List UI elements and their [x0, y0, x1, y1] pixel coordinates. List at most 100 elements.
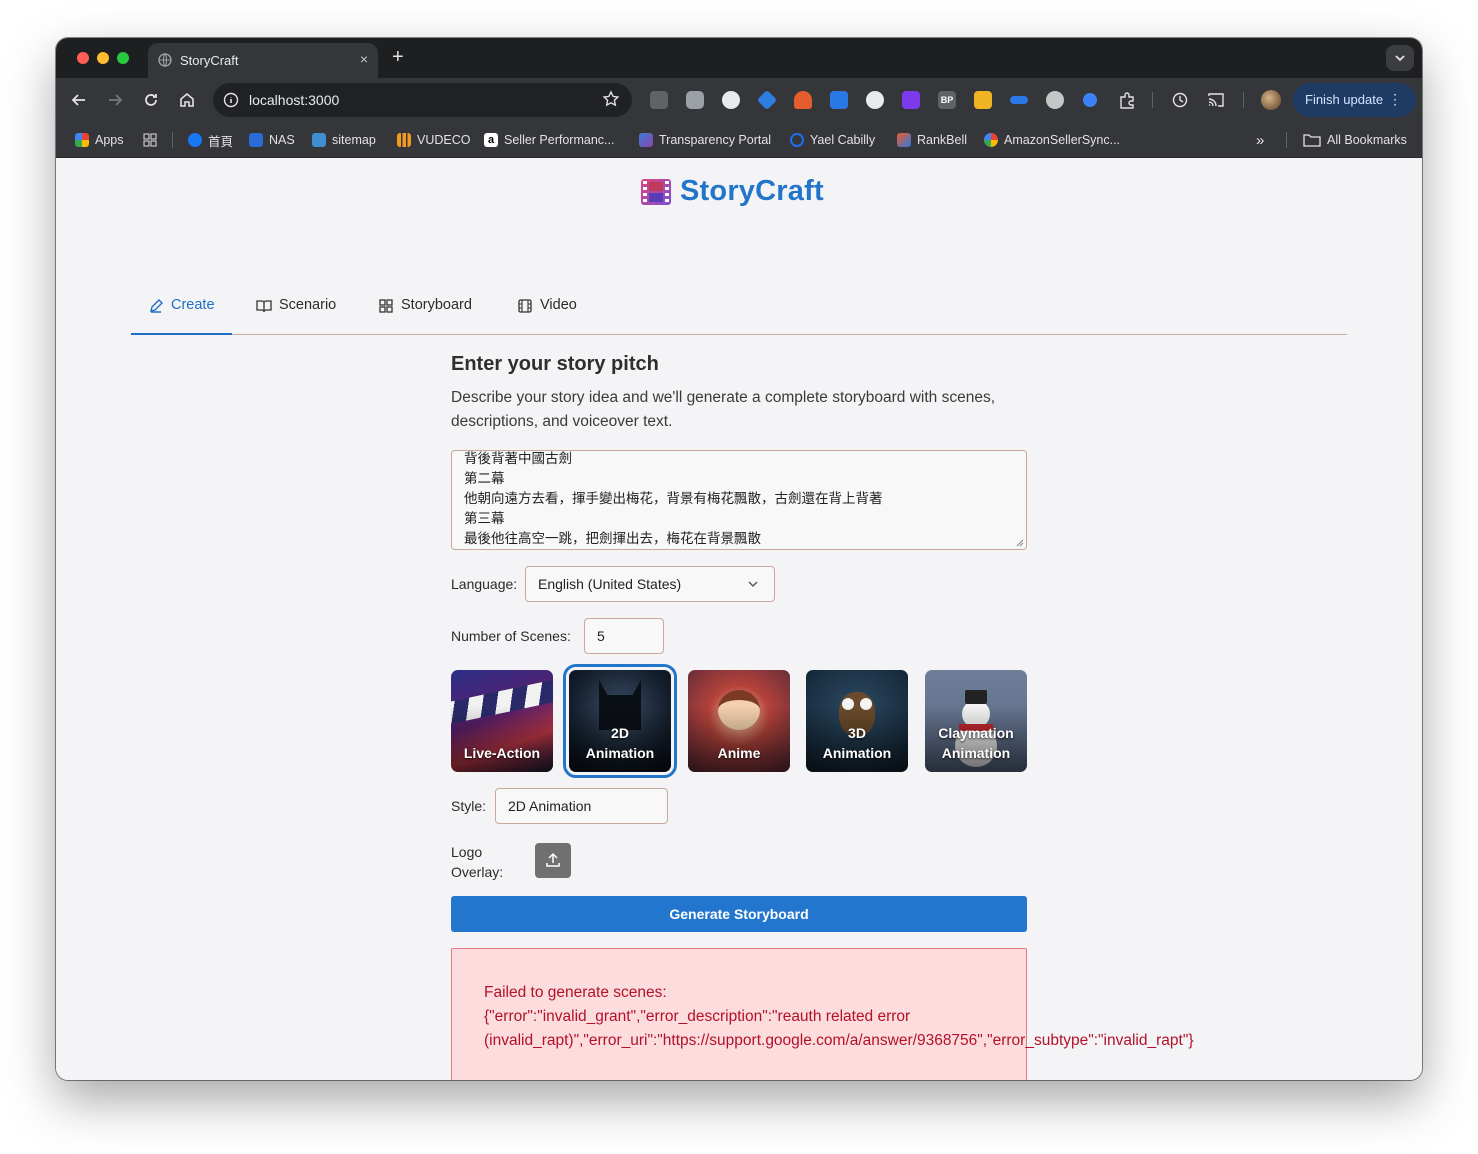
bookmark-divider	[1286, 132, 1287, 148]
main-tabs: Create Scenario Storyboard Video	[131, 241, 1347, 335]
bookmark-amazonsellersync[interactable]: AmazonSellerSync...	[984, 132, 1120, 148]
pitch-text-line: 第二幕	[464, 471, 505, 487]
style-card-caption: Claymation Animation	[925, 723, 1027, 763]
address-bar[interactable]: localhost:3000	[213, 83, 632, 117]
amazon-icon: a	[484, 133, 498, 147]
bookmark-label: 首頁	[208, 134, 234, 149]
style-card-2d-animation[interactable]: 2D Animation	[563, 664, 677, 778]
style-caption-line: 2D	[611, 725, 629, 741]
link-extension-icon[interactable]	[1046, 91, 1064, 109]
bookmark-nas[interactable]: NAS	[249, 132, 295, 148]
url-text[interactable]: localhost:3000	[249, 92, 339, 108]
bookmark-star-icon[interactable]	[602, 90, 620, 108]
bookmark-grid[interactable]	[143, 132, 157, 148]
cast-icon[interactable]	[1207, 91, 1225, 109]
window-minimize-button[interactable]	[97, 52, 109, 64]
bookmark-seller-performance[interactable]: a Seller Performanc...	[484, 132, 614, 148]
transparency-icon	[639, 133, 653, 147]
history-icon[interactable]	[1171, 91, 1189, 109]
profile-avatar[interactable]	[1261, 90, 1281, 110]
chevron-down-icon	[748, 581, 758, 587]
brand-title: StoryCraft	[680, 175, 824, 207]
diamond-extension-icon[interactable]	[756, 89, 778, 111]
style-card-live-action[interactable]: Live-Action	[451, 670, 553, 772]
bookmark-vudeco[interactable]: VUDECO	[397, 132, 470, 148]
bookmark-label: RankBell	[917, 133, 968, 147]
pitch-text-line: 最後他往高空一跳，把劍揮出去，梅花在背景飄散	[464, 531, 761, 547]
bars-extension-icon[interactable]	[1010, 96, 1028, 104]
style-caption-line: Animation	[585, 745, 655, 761]
style-card-caption: 3D Animation	[806, 723, 908, 763]
language-label: Language:	[451, 576, 518, 592]
pitch-text-line: 第三幕	[464, 511, 505, 527]
browser-window: StoryCraft × + localhost:3000 BP Finish …	[56, 38, 1422, 1080]
style-card-3d-animation[interactable]: 3D Animation	[806, 670, 908, 772]
window-close-button[interactable]	[77, 52, 89, 64]
style-input[interactable]: 2D Animation	[495, 788, 668, 824]
tab-label: Scenario	[279, 297, 337, 313]
bookmark-apps[interactable]: Apps	[75, 132, 124, 148]
d-extension-icon[interactable]	[974, 91, 992, 109]
search-extension-icon[interactable]	[722, 91, 740, 109]
story-pitch-textarea[interactable]: 背後背著中國古劍 第二幕 他朝向遠方去看，揮手變出梅花，背景有梅花飄散，古劍還在…	[451, 450, 1027, 550]
bookmark-label: Apps	[95, 133, 124, 147]
active-tab-indicator	[131, 333, 232, 335]
style-caption-line: Animation	[941, 745, 1011, 761]
logo-upload-button[interactable]	[535, 843, 571, 878]
analytics-icon	[397, 133, 411, 147]
window-maximize-button[interactable]	[117, 52, 129, 64]
logo-label-line: Overlay:	[451, 864, 504, 880]
home-icon[interactable]	[177, 90, 197, 110]
tab-search-button[interactable]	[1386, 45, 1414, 71]
finish-update-label: Finish update	[1305, 92, 1384, 107]
bp-extension-icon[interactable]: BP	[938, 91, 956, 109]
bookmark-home[interactable]: 首頁	[188, 132, 234, 149]
camera-extension-icon[interactable]	[686, 91, 704, 109]
back-icon[interactable]	[69, 90, 89, 110]
style-card-claymation[interactable]: Claymation Animation	[925, 670, 1027, 772]
error-alert: Failed to generate scenes: {"error":"inv…	[451, 948, 1194, 1080]
pitch-text-line: 背後背著中國古劍	[464, 451, 572, 467]
language-select[interactable]: English (United States)	[525, 566, 775, 602]
site-info-icon[interactable]	[223, 92, 239, 108]
tab-label: Storyboard	[401, 297, 472, 313]
bot-extension-icon[interactable]	[866, 91, 884, 109]
bookmark-rankbell[interactable]: RankBell	[897, 132, 967, 148]
resize-handle-icon[interactable]	[1016, 539, 1024, 547]
overflow-chevron-icon: »	[1256, 131, 1265, 149]
bookmark-label: Seller Performanc...	[504, 133, 615, 147]
tab-close-icon[interactable]: ×	[360, 51, 368, 67]
finish-update-button[interactable]: Finish update ⋮	[1293, 83, 1416, 117]
chevron-down-icon	[1395, 55, 1405, 62]
book-icon	[256, 300, 272, 313]
all-bookmarks-button[interactable]: All Bookmarks	[1303, 132, 1407, 148]
section-heading: Enter your story pitch	[451, 353, 659, 375]
bookmark-sitemap[interactable]: sitemap	[312, 132, 376, 148]
shield-extension-icon[interactable]	[902, 91, 920, 109]
new-tab-button[interactable]: +	[392, 46, 404, 69]
bookmarks-overflow-button[interactable]: »	[1256, 131, 1265, 149]
logo-overlay-label: Logo Overlay:	[451, 842, 503, 882]
error-line: (invalid_rapt)","error_uri":"https://sup…	[484, 1032, 1194, 1049]
fire-extension-icon[interactable]	[794, 91, 812, 109]
browser-tab[interactable]: StoryCraft ×	[148, 43, 378, 78]
bookmark-yael-cabilly[interactable]: Yael Cabilly	[790, 132, 875, 148]
rankbell-icon	[897, 133, 911, 147]
generate-storyboard-button[interactable]: Generate Storyboard	[451, 896, 1027, 932]
grid-icon	[379, 299, 393, 313]
code-extension-icon[interactable]	[650, 91, 668, 109]
puzzle-icon[interactable]	[1118, 91, 1136, 109]
pencil-icon	[150, 299, 163, 313]
tab-create[interactable]: Create	[148, 297, 215, 335]
tab-scenario[interactable]: Scenario	[256, 297, 336, 335]
dot-extension-icon[interactable]	[1083, 93, 1097, 107]
reload-icon[interactable]	[141, 90, 161, 110]
tab-label: Create	[171, 297, 215, 313]
bookmark-transparency-portal[interactable]: Transparency Portal	[639, 132, 771, 148]
scenes-count-input[interactable]: 5	[584, 618, 664, 654]
tab-storyboard[interactable]: Storyboard	[378, 297, 472, 335]
forward-icon[interactable]	[105, 90, 125, 110]
tag-extension-icon[interactable]	[830, 91, 848, 109]
style-card-anime[interactable]: Anime	[688, 670, 790, 772]
tab-video[interactable]: Video	[517, 297, 577, 335]
